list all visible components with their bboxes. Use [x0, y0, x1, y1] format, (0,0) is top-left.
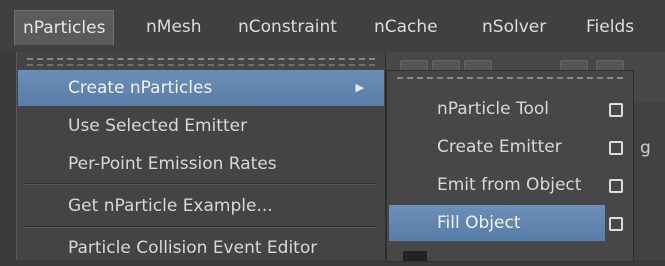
submenu-item-create-emitter[interactable]: Create Emitter	[389, 129, 631, 165]
menu-item-label: Create Emitter	[437, 137, 562, 157]
menu-item-per-point-emission-rates[interactable]: Per-Point Emission Rates	[18, 146, 384, 182]
menu-ncache[interactable]: nCache	[366, 10, 446, 44]
menu-separator	[25, 183, 377, 185]
menu-item-label: Create nParticles	[68, 78, 213, 98]
submenu-item-nparticle-tool[interactable]: nParticle Tool	[389, 91, 631, 127]
background-text-fragment: g	[640, 138, 651, 158]
tear-off-line[interactable]	[27, 64, 375, 66]
option-box-icon[interactable]	[609, 217, 623, 231]
menu-separator	[25, 226, 377, 228]
menu-item-create-nparticles[interactable]: Create nParticles ▶	[18, 70, 384, 106]
option-box-icon[interactable]	[609, 179, 623, 193]
submenu-item-emit-from-object[interactable]: Emit from Object	[389, 167, 631, 203]
menu-nconstraint[interactable]: nConstraint	[230, 10, 345, 44]
menu-item-label: Use Selected Emitter	[68, 116, 248, 136]
menu-bar: nParticles nMesh nConstraint nCache nSol…	[0, 0, 665, 52]
menu-nsolver[interactable]: nSolver	[474, 10, 554, 44]
menu-item-get-nparticle-example[interactable]: Get nParticle Example...	[18, 188, 384, 224]
menu-item-label: Per-Point Emission Rates	[68, 154, 277, 174]
submenu-item-fill-object[interactable]: Fill Object	[389, 205, 623, 241]
create-nparticles-submenu: nParticle Tool Create Emitter Emit from …	[386, 70, 634, 262]
menu-item-label: Get nParticle Example...	[68, 196, 273, 216]
option-box-icon[interactable]	[609, 141, 623, 155]
nparticles-menu: Create nParticles ▶ Use Selected Emitter…	[16, 52, 386, 260]
tear-off-line[interactable]	[397, 77, 623, 79]
menu-item-label: Fill Object	[437, 213, 521, 233]
menu-item-label: nParticle Tool	[437, 99, 550, 119]
menu-nparticles[interactable]: nParticles	[14, 10, 115, 45]
menu-item-particle-collision-event-editor[interactable]: Particle Collision Event Editor	[18, 230, 384, 266]
submenu-arrow-icon: ▶	[355, 81, 364, 94]
menu-item-label: Particle Collision Event Editor	[68, 238, 318, 258]
menu-item-label: Emit from Object	[437, 175, 582, 195]
menu-item-use-selected-emitter[interactable]: Use Selected Emitter	[18, 108, 384, 144]
option-box-icon[interactable]	[609, 103, 623, 117]
tear-off-line[interactable]	[27, 58, 375, 60]
menu-nmesh[interactable]: nMesh	[138, 10, 210, 44]
menu-fields[interactable]: Fields	[578, 10, 642, 44]
